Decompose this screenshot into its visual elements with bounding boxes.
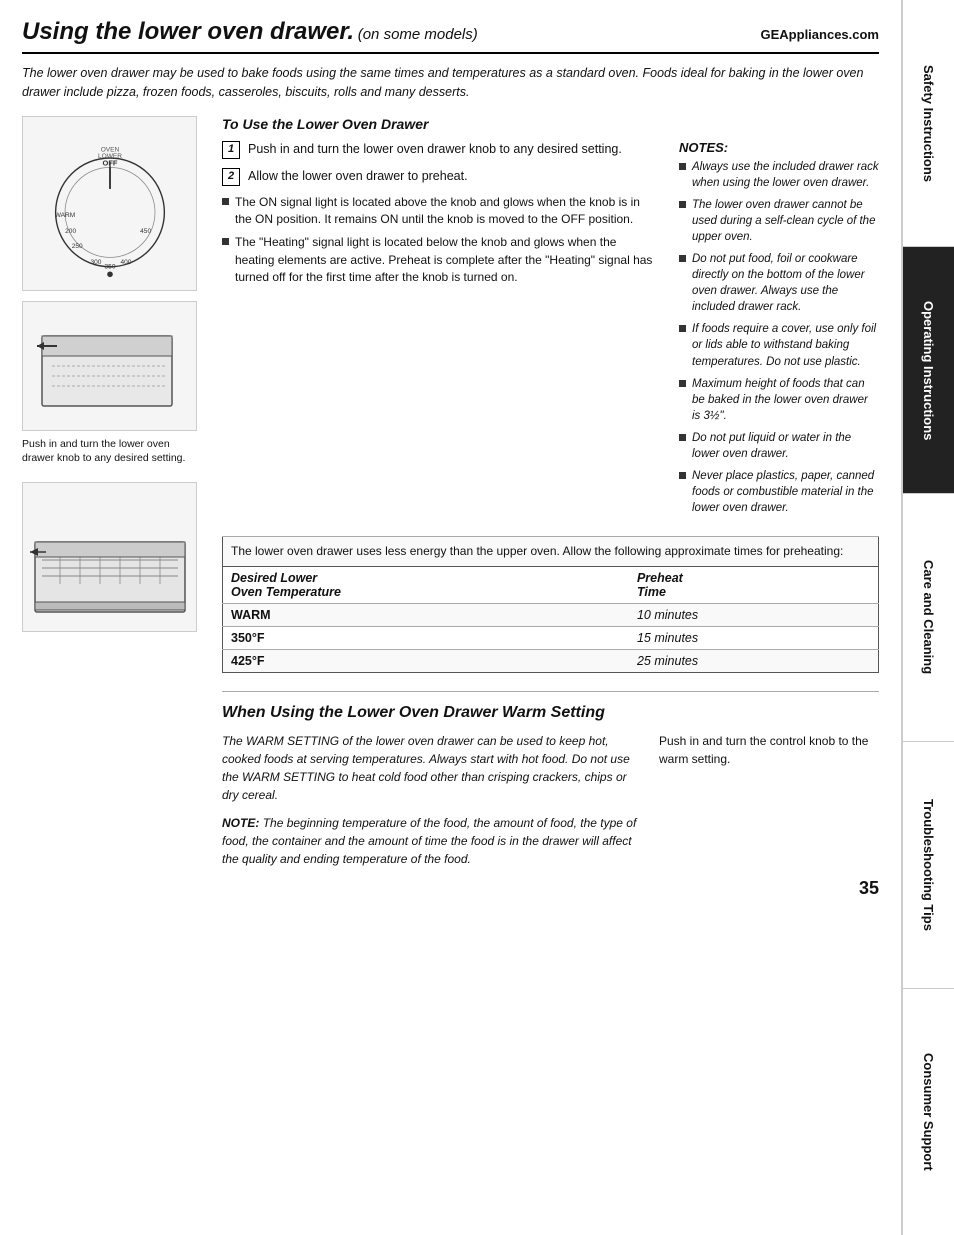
table-row-2-temp: 350°F (223, 627, 629, 650)
page-subtitle: (on some models) (358, 26, 478, 43)
step-2: 2 Allow the lower oven drawer to preheat… (222, 167, 653, 186)
note-4: If foods require a cover, use only foil … (679, 321, 879, 369)
right-column: To Use the Lower Oven Drawer 1 Push in a… (222, 116, 879, 1218)
instructions-area: 1 Push in and turn the lower oven drawer… (222, 140, 879, 523)
bullet-2: The "Heating" signal light is located be… (222, 234, 653, 286)
warm-right-text: Push in and turn the control knob to the… (659, 732, 879, 768)
left-column: OFF LOWER OVEN WARM 200 250 450 300 350 … (22, 116, 222, 1218)
bullet-1-icon (222, 198, 229, 205)
note-3-icon (679, 255, 686, 262)
svg-text:400: 400 (120, 259, 131, 266)
bullet-1: The ON signal light is located above the… (222, 194, 653, 229)
table-col2-header: PreheatTime (629, 567, 879, 604)
diagram-caption: Push in and turn the lower oven drawer k… (22, 437, 197, 466)
table-row-3-time: 25 minutes (629, 650, 879, 673)
note-6-text: Do not put liquid or water in the lower … (692, 430, 879, 462)
table-intro: The lower oven drawer uses less energy t… (223, 537, 879, 567)
bullet-2-text: The "Heating" signal light is located be… (235, 234, 653, 286)
note-2: The lower oven drawer cannot be used dur… (679, 197, 879, 245)
svg-text:200: 200 (65, 228, 76, 235)
note-5-text: Maximum height of foods that can be bake… (692, 376, 879, 424)
instructions-left: 1 Push in and turn the lower oven drawer… (222, 140, 653, 523)
svg-text:350: 350 (104, 264, 115, 271)
note-3-text: Do not put food, foil or cookware direct… (692, 251, 879, 315)
svg-text:WARM: WARM (54, 212, 74, 219)
notes-title: NOTES: (679, 140, 879, 155)
sidebar-tab-consumer[interactable]: Consumer Support (903, 989, 954, 1235)
note-5-icon (679, 380, 686, 387)
warm-section: When Using the Lower Oven Drawer Warm Se… (222, 691, 879, 868)
table-col1-header: Desired LowerOven Temperature (223, 567, 629, 604)
note-7-icon (679, 472, 686, 479)
note-1: Always use the included drawer rack when… (679, 159, 879, 191)
note-1-icon (679, 163, 686, 170)
warm-right: Push in and turn the control knob to the… (659, 732, 879, 868)
table-row-2-time: 15 minutes (629, 627, 879, 650)
sidebar-tab-safety[interactable]: Safety Instructions (903, 0, 954, 247)
step-2-text: Allow the lower oven drawer to preheat. (248, 167, 468, 186)
note-4-text: If foods require a cover, use only foil … (692, 321, 879, 369)
shelf-diagram (22, 482, 197, 632)
svg-text:LOWER: LOWER (97, 153, 121, 160)
notes-section: NOTES: Always use the included drawer ra… (679, 140, 879, 523)
bullet-1-text: The ON signal light is located above the… (235, 194, 653, 229)
step-1-num: 1 (222, 141, 240, 159)
step-2-num: 2 (222, 168, 240, 186)
content-area: OFF LOWER OVEN WARM 200 250 450 300 350 … (22, 116, 879, 1218)
bullet-2-icon (222, 238, 229, 245)
drawer-pull-diagram (22, 301, 197, 431)
note-2-icon (679, 201, 686, 208)
warm-left-text: The WARM SETTING of the lower oven drawe… (222, 732, 639, 804)
svg-text:OVEN: OVEN (100, 146, 119, 153)
step-1: 1 Push in and turn the lower oven drawer… (222, 140, 653, 159)
page-title: Using the lower oven drawer. (22, 18, 354, 45)
note-6-icon (679, 434, 686, 441)
table-row-1-time: 10 minutes (629, 604, 879, 627)
note-7: Never place plastics, paper, canned food… (679, 468, 879, 516)
note-5: Maximum height of foods that can be bake… (679, 376, 879, 424)
page-header: Using the lower oven drawer. (on some mo… (22, 18, 879, 54)
section1-title: To Use the Lower Oven Drawer (222, 116, 879, 132)
warm-section-title: When Using the Lower Oven Drawer Warm Se… (222, 704, 879, 722)
note-1-text: Always use the included drawer rack when… (692, 159, 879, 191)
note-6: Do not put liquid or water in the lower … (679, 430, 879, 462)
svg-text:450: 450 (140, 228, 151, 235)
intro-text: The lower oven drawer may be used to bak… (22, 64, 879, 102)
table-row-3-temp: 425°F (223, 650, 629, 673)
svg-text:300: 300 (90, 259, 101, 266)
note-2-text: The lower oven drawer cannot be used dur… (692, 197, 879, 245)
note-4-icon (679, 325, 686, 332)
website-link: GEAppliances.com (761, 27, 879, 42)
svg-text:250: 250 (71, 243, 82, 250)
sidebar-tab-troubleshooting[interactable]: Troubleshooting Tips (903, 742, 954, 989)
right-sidebar: Safety Instructions Operating Instructio… (902, 0, 954, 1235)
warm-two-col: The WARM SETTING of the lower oven drawe… (222, 732, 879, 868)
oven-knob-diagram: OFF LOWER OVEN WARM 200 250 450 300 350 … (22, 116, 197, 291)
note-3: Do not put food, foil or cookware direct… (679, 251, 879, 315)
note-7-text: Never place plastics, paper, canned food… (692, 468, 879, 516)
preheat-table: The lower oven drawer uses less energy t… (222, 536, 879, 673)
step-1-text: Push in and turn the lower oven drawer k… (248, 140, 622, 159)
page-number: 35 (222, 878, 879, 899)
warm-left-note: NOTE: The beginning temperature of the f… (222, 814, 639, 868)
sidebar-tab-care[interactable]: Care and Cleaning (903, 494, 954, 741)
table-row-1-temp: WARM (223, 604, 629, 627)
warm-left: The WARM SETTING of the lower oven drawe… (222, 732, 639, 868)
sidebar-tab-operating[interactable]: Operating Instructions (903, 247, 954, 494)
